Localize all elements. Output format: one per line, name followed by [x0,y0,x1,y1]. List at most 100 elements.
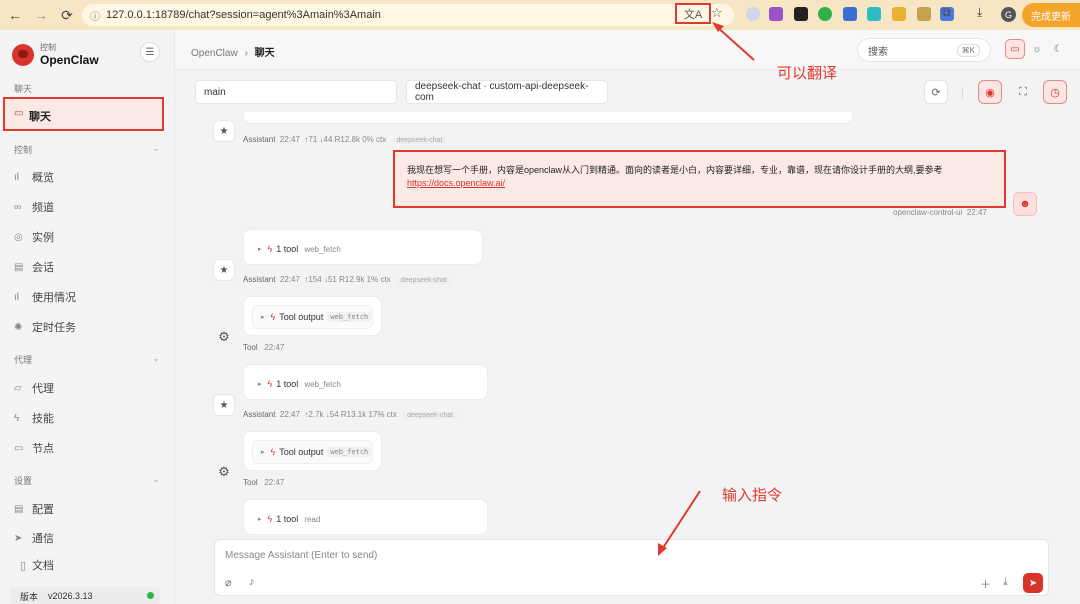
tool-call-bubble[interactable]: ▸ ϟ 1 tool web_fetch [243,229,483,265]
download-icon[interactable]: ⤓ [977,5,991,19]
sidebar-item-docs[interactable]: ▯ 文档 [20,557,54,573]
paperclip-icon[interactable]: ⌀ [225,576,232,589]
sidebar-item-usage[interactable]: ıl 使用情况 [14,289,76,305]
brain-toggle-icon[interactable]: ◉ [978,80,1002,104]
message-meta: Assistant 22:47 ↑154 ↓51 R12.9k 1% ctx d… [243,275,451,284]
search-input[interactable]: 搜索 ⌘K [857,38,991,62]
message-meta: Tool 22:47 [243,478,285,487]
extension-icon[interactable] [917,7,931,21]
sidebar-item-label: 概览 [32,172,54,184]
section-control-label: 控制 [14,145,33,155]
extension-icon[interactable] [794,7,808,21]
extension-icon[interactable] [892,7,906,21]
url-text: 127.0.0.1:18789/chat?session=agent%3Amai… [106,9,381,21]
microphone-icon[interactable]: ♪ [249,576,255,588]
message-meta: Assistant 22:47 ↑2.7k ↓54 R13.1k 17% ctx… [243,410,458,419]
sidebar: 控制 OpenClaw ☰ 聊天 ▭ 聊天 控制 ⌄ ıl 概览 ∞ 频道 ◎ 实例 … [0,30,175,604]
sun-icon[interactable]: ☼ [1027,39,1047,59]
reload-icon[interactable]: ⟳ [56,4,78,26]
extension-icon[interactable] [843,7,857,21]
send-button[interactable]: ➤ [1023,573,1043,593]
status-dot [147,592,154,599]
user-message-link[interactable]: https://docs.openclaw.ai/ [407,178,505,188]
profile-avatar[interactable]: G [1001,7,1016,22]
sidebar-item-label: 技能 [32,413,54,425]
chevron-down-icon[interactable]: ⌄ [152,353,160,364]
app-logo: 控制 OpenClaw [12,42,99,67]
refresh-icon[interactable]: ⟳ [924,80,948,104]
chevron-down-icon[interactable]: ⌄ [152,143,160,154]
sidebar-item-label: 定时任务 [32,322,76,334]
sidebar-item-cron[interactable]: ✺ 定时任务 [14,319,76,335]
top-bar: OpenClaw › 聊天 搜索 ⌘K ▭ ☼ ☾ [175,30,1080,70]
book-icon: ▯ [20,559,27,572]
sidebar-item-skills[interactable]: ϟ 技能 [14,410,54,426]
lightning-icon: ϟ [267,379,273,389]
chevron-down-icon[interactable]: ⌄ [152,474,160,485]
back-arrow-icon[interactable]: ← [4,4,26,26]
monitor-theme-icon[interactable]: ▭ [1005,39,1025,59]
extension-icon[interactable] [867,7,881,21]
breadcrumb-current: 聊天 [254,48,275,59]
chat-bubble-icon: ▭ [14,108,24,119]
download-icon[interactable]: ⤓ [1003,576,1008,589]
sidebar-item-comms[interactable]: ➤ 通信 [14,530,54,546]
extension-icon[interactable] [818,7,832,21]
user-message-text: 我现在想写一个手册，内容是openclaw从入门到精通。面向的读者是小白，内容要… [407,165,943,175]
sidebar-item-chat[interactable]: ▭ 聊天 [3,97,164,131]
sidebar-item-nodes[interactable]: ▭ 节点 [14,440,54,456]
tool-call-bubble[interactable]: ▸ ϟ 1 tool web_fetch [243,364,488,400]
divider [962,87,963,99]
sidebar-item-overview[interactable]: ıl 概览 [14,169,54,185]
site-info-icon[interactable]: ⓘ [90,8,100,23]
message-bubble [243,112,853,124]
forward-arrow-icon[interactable]: → [30,4,52,26]
model-select[interactable]: deepseek-chat · custom-api-deepseek-com [406,80,608,104]
sidebar-item-agents[interactable]: ▱ 代理 [14,380,54,396]
message-composer[interactable]: Message Assistant (Enter to send) ⌀ ♪ ＋ … [214,539,1049,596]
bookmark-star-icon[interactable]: ☆ [711,5,723,21]
document-icon: ▤ [14,261,24,273]
section-chat-label: 聊天 [14,84,33,94]
tool-output-bubble[interactable]: ▸ ϟ Tool output web_fetch [243,296,382,336]
version-value: v2026.3.13 [48,591,93,601]
tool-call-bubble[interactable]: ▸ ϟ 1 tool read [243,499,488,535]
gear-icon: ⚙ [218,464,230,479]
extension-icon[interactable] [746,7,760,21]
message-meta: Tool 22:47 [243,343,285,352]
sidebar-collapse-button[interactable]: ☰ [140,42,160,62]
sidebar-item-config[interactable]: ▤ 配置 [14,501,54,517]
sidebar-item-instances[interactable]: ◎ 实例 [14,229,54,245]
tool-output-bubble[interactable]: ▸ ϟ Tool output web_fetch [243,431,382,471]
translate-icon[interactable]: 文A [675,3,711,24]
plus-icon[interactable]: ＋ [980,576,991,592]
focus-icon[interactable]: ⛶ [1011,80,1035,104]
radio-icon: ◎ [14,231,23,243]
assistant-star-icon: ★ [213,120,235,142]
version-label: 版本 [20,591,39,602]
sidebar-item-label: 节点 [32,443,54,455]
sidebar-item-label: 实例 [32,232,54,244]
shortcut-badge: ⌘K [956,44,980,57]
sidebar-item-label: 频道 [32,202,54,214]
clock-icon[interactable]: ◷ [1043,80,1067,104]
breadcrumb-root[interactable]: OpenClaw [191,48,238,59]
sidebar-item-sessions[interactable]: ▤ 会话 [14,259,54,275]
moon-icon[interactable]: ☾ [1048,39,1068,59]
extensions-puzzle-icon[interactable]: ⧉ [942,5,956,19]
session-select[interactable]: main [195,80,397,104]
extension-icon[interactable] [769,7,783,21]
sidebar-item-label: 会话 [32,262,54,274]
assistant-star-icon: ★ [213,259,235,281]
bar-chart-icon: ıl [14,171,19,183]
breadcrumb: OpenClaw › 聊天 [191,48,275,59]
search-placeholder: 搜索 [868,46,888,58]
send-icon: ➤ [14,532,23,544]
loader-icon: ✺ [14,321,23,333]
sidebar-item-channels[interactable]: ∞ 频道 [14,199,54,215]
update-button[interactable]: 完成更新 [1022,3,1080,27]
folder-icon: ▱ [14,382,22,394]
address-bar[interactable]: ⓘ 127.0.0.1:18789/chat?session=agent%3Am… [82,4,734,26]
user-message: 我现在想写一个手册，内容是openclaw从入门到精通。面向的读者是小白，内容要… [393,150,1006,208]
lightning-icon: ϟ [270,312,276,322]
